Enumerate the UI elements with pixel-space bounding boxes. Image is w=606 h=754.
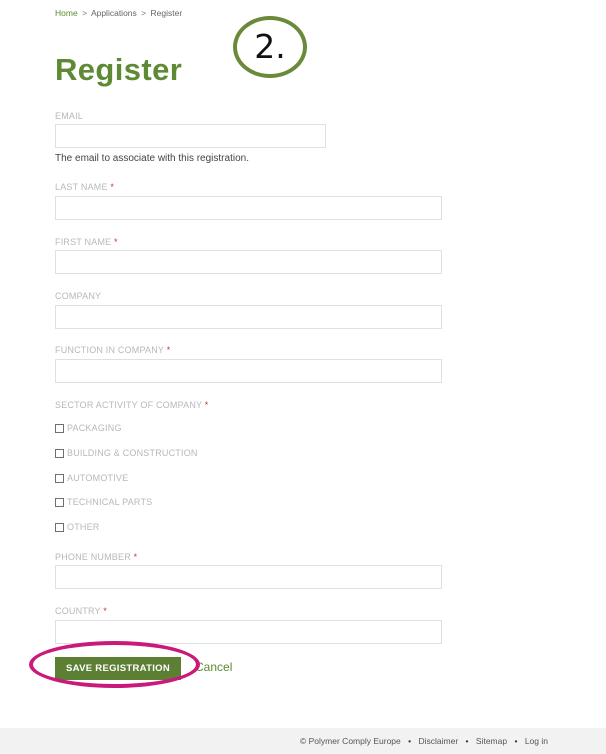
last-name-field[interactable] (55, 196, 442, 220)
company-label: COMPANY (55, 291, 101, 301)
breadcrumb-separator: > (141, 8, 147, 18)
phone-label-text: PHONE NUMBER (55, 552, 131, 562)
last-name-label-text: LAST NAME (55, 182, 108, 192)
checkbox[interactable] (55, 423, 64, 433)
checkbox-label: AUTOMOTIVE (67, 473, 129, 483)
sector-option-technical-parts[interactable]: TECHNICAL PARTS (55, 497, 152, 507)
email-label-text: EMAIL (55, 111, 84, 121)
first-name-label-text: FIRST NAME (55, 237, 112, 247)
email-help-text: The email to associate with this registr… (55, 153, 249, 164)
footer-separator: • (408, 736, 412, 746)
footer-disclaimer-link[interactable]: Disclaimer (419, 736, 459, 746)
checkbox[interactable] (55, 473, 64, 483)
country-label: COUNTRY * (55, 606, 107, 616)
function-field[interactable] (55, 359, 442, 383)
required-marker: * (114, 237, 118, 247)
checkbox-label: OTHER (67, 522, 100, 532)
phone-label: PHONE NUMBER * (55, 552, 137, 562)
country-field[interactable] (55, 620, 442, 644)
breadcrumb-home-link[interactable]: Home (55, 8, 78, 18)
sector-option-building-construction[interactable]: BUILDING & CONSTRUCTION (55, 448, 198, 458)
footer-sitemap-link[interactable]: Sitemap (476, 736, 507, 746)
footer-separator: • (465, 736, 469, 746)
checkbox[interactable] (55, 448, 64, 458)
step-number: 2. (254, 26, 286, 66)
breadcrumb: Home > Applications > Register (55, 8, 182, 18)
checkbox[interactable] (55, 497, 64, 507)
breadcrumb-separator: > (82, 8, 88, 18)
country-label-text: COUNTRY (55, 606, 101, 616)
checkbox-label: BUILDING & CONSTRUCTION (67, 448, 198, 458)
required-marker: * (110, 182, 115, 192)
footer-links: © Polymer Comply Europe • Disclaimer • S… (300, 736, 548, 746)
footer-login-link[interactable]: Log in (525, 736, 548, 746)
email-field[interactable] (55, 124, 326, 148)
save-registration-button[interactable]: SAVE REGISTRATION (55, 657, 181, 680)
email-label: EMAIL (55, 111, 83, 121)
checkbox[interactable] (55, 522, 64, 532)
breadcrumb-current: Register (150, 8, 183, 18)
sector-label: SECTOR ACTIVITY OF COMPANY * (55, 400, 208, 410)
cancel-link[interactable]: Cancel (195, 660, 232, 674)
function-label-text: FUNCTION IN COMPANY (55, 345, 164, 355)
step-number-annotation: 2. (233, 16, 307, 78)
required-marker: * (204, 400, 209, 410)
required-marker: * (166, 345, 171, 355)
phone-field[interactable] (55, 565, 442, 589)
required-marker: * (103, 606, 107, 616)
footer-copyright: © Polymer Comply Europe (300, 736, 401, 746)
footer: © Polymer Comply Europe • Disclaimer • S… (0, 728, 606, 754)
company-field[interactable] (55, 305, 442, 329)
function-label: FUNCTION IN COMPANY * (55, 345, 170, 355)
sector-option-packaging[interactable]: PACKAGING (55, 423, 122, 433)
last-name-label: LAST NAME * (55, 182, 114, 192)
first-name-field[interactable] (55, 250, 442, 274)
page-title: Register (55, 52, 183, 87)
first-name-label: FIRST NAME * (55, 237, 118, 247)
sector-option-automotive[interactable]: AUTOMOTIVE (55, 473, 128, 483)
company-label-text: COMPANY (55, 291, 102, 301)
required-marker: * (133, 552, 138, 562)
breadcrumb-applications-link[interactable]: Applications (91, 8, 137, 18)
checkbox-label: TECHNICAL PARTS (67, 497, 153, 507)
checkbox-label: PACKAGING (67, 423, 122, 433)
sector-option-other[interactable]: OTHER (55, 522, 100, 532)
sector-label-text: SECTOR ACTIVITY OF COMPANY (55, 400, 203, 410)
footer-separator: • (514, 736, 518, 746)
